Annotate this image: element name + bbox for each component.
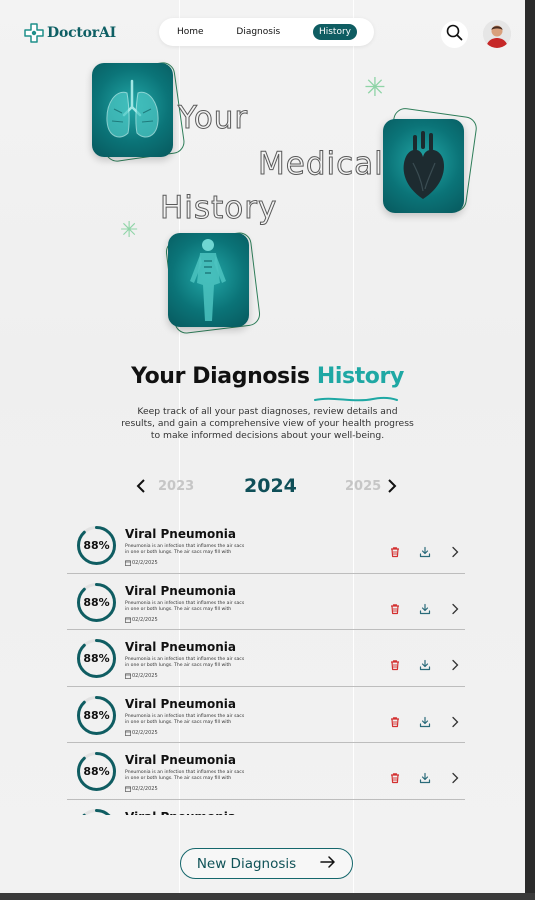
section-title-accent: History	[316, 364, 404, 389]
search-button[interactable]	[441, 21, 468, 48]
diagnosis-title: Viral Pneumonia	[125, 696, 237, 711]
confidence-percent: 88%	[75, 807, 118, 815]
avatar[interactable]	[483, 20, 511, 48]
diagnosis-description: Pneumonia is an infection that inflames …	[125, 657, 245, 669]
year-prev[interactable]: 2023	[158, 479, 194, 494]
diagnosis-title: Viral Pneumonia	[125, 753, 237, 768]
diagnosis-date: 02/2/2025	[125, 560, 158, 566]
delete-icon[interactable]	[389, 543, 401, 558]
confidence-percent: 88%	[83, 652, 110, 666]
sparkle-icon: ✳	[364, 73, 386, 103]
chevron-right-icon[interactable]	[449, 713, 461, 727]
year-next[interactable]: 2025	[345, 479, 381, 494]
diagnosis-title: Viral Pneumonia	[125, 810, 236, 815]
new-diagnosis-label: New Diagnosis	[196, 855, 297, 872]
diagnosis-description: Pneumonia is an infection that inflames …	[125, 544, 245, 555]
title-underline	[314, 396, 398, 402]
diagnosis-date-text: 02/2/2025	[132, 673, 158, 680]
diagnosis-description: Pneumonia is an infection that inflames …	[125, 770, 245, 782]
confidence-percent: 88%	[83, 539, 110, 552]
diagnosis-row[interactable]: 88% Viral Pneumonia Pneumonia is an infe…	[67, 743, 465, 800]
confidence-percent: 88%	[83, 708, 110, 722]
heart-image	[383, 119, 464, 213]
diagnosis-row[interactable]: 88% Viral Pneumonia Pneumonia is an infe…	[67, 574, 465, 631]
user-avatar	[483, 20, 511, 48]
diagnosis-date-text: 02/2/2025	[132, 560, 158, 566]
download-icon[interactable]	[419, 656, 431, 671]
nav-diagnosis[interactable]: Diagnosis	[236, 27, 280, 37]
nav-history[interactable]: History	[312, 24, 357, 40]
year-selector: 2023 2024 2025	[0, 474, 535, 500]
year-current: 2024	[244, 475, 297, 497]
diagnosis-date-text: 02/2/2025	[132, 729, 158, 736]
sparkle-icon: ✳	[120, 218, 139, 243]
calendar-icon	[125, 673, 131, 680]
diagnosis-date: 02/2/2025	[125, 673, 158, 679]
hero-word-your: Your	[177, 100, 249, 137]
section-title-main: Your Diagnosis	[131, 364, 310, 389]
page: DoctorAI Home Diagnosis History Your Med…	[0, 0, 535, 900]
diagnosis-title: Viral Pneumonia	[125, 640, 237, 655]
delete-icon[interactable]	[389, 600, 401, 614]
diagnosis-date-text: 02/2/2025	[132, 786, 158, 793]
download-icon[interactable]	[419, 769, 431, 784]
delete-icon[interactable]	[389, 656, 401, 671]
new-diagnosis-button[interactable]: New Diagnosis	[180, 848, 353, 879]
section-title: Your Diagnosis History	[0, 364, 535, 389]
window-edge	[0, 893, 535, 900]
chevron-right-icon[interactable]	[449, 600, 461, 614]
calendar-icon	[125, 730, 131, 736]
section-description: Keep track of all your past diagnoses, r…	[121, 406, 414, 441]
diagnosis-row[interactable]: 88% Viral Pneumonia Pneumonia is an infe…	[67, 687, 465, 744]
next-year-chevron-icon[interactable]	[387, 479, 397, 497]
download-icon[interactable]	[419, 713, 431, 727]
diagnosis-date: 02/2/2025	[125, 786, 158, 792]
diagnosis-date-text: 02/2/2025	[132, 616, 158, 623]
prev-year-chevron-icon[interactable]	[136, 479, 146, 497]
calendar-icon	[125, 560, 131, 566]
chevron-right-icon[interactable]	[449, 656, 461, 671]
delete-icon[interactable]	[389, 769, 401, 784]
diagnosis-date: 02/2/2025	[125, 730, 158, 736]
main-nav: Home Diagnosis History	[159, 18, 374, 46]
body-anatomy-image	[168, 233, 249, 327]
confidence-percent: 88%	[83, 765, 110, 779]
diagnosis-date: 02/2/2025	[125, 617, 158, 623]
logo-text: DoctorAI	[47, 25, 116, 41]
diagnosis-description: Pneumonia is an infection that inflames …	[125, 600, 245, 612]
diagnosis-title: Viral Pneumonia	[125, 583, 237, 598]
confidence-percent: 88%	[83, 595, 110, 609]
download-icon[interactable]	[419, 600, 431, 614]
hero-word-medical: Medical	[258, 146, 384, 183]
calendar-icon	[125, 617, 131, 623]
download-icon[interactable]	[419, 543, 431, 558]
diagnosis-title: Viral Pneumonia	[125, 527, 237, 541]
diagnosis-row[interactable]: 88% Viral Pneumonia Pneumonia is an infe…	[67, 630, 465, 687]
delete-icon[interactable]	[389, 713, 401, 727]
chevron-right-icon[interactable]	[449, 543, 461, 558]
search-icon	[446, 24, 463, 45]
calendar-icon	[125, 786, 131, 793]
lungs-image	[92, 63, 173, 157]
diagnosis-list: 88% Viral Pneumonia Pneumonia is an infe…	[67, 517, 465, 815]
nav-home[interactable]: Home	[177, 27, 204, 37]
medical-cross-icon	[24, 23, 44, 43]
diagnosis-row[interactable]: 88% Viral Pneumonia Pneumonia is an infe…	[67, 800, 465, 815]
hero-word-history: History	[159, 190, 278, 227]
arrow-right-icon	[320, 855, 336, 872]
logo[interactable]: DoctorAI	[24, 23, 116, 43]
diagnosis-row[interactable]: 88% Viral Pneumonia Pneumonia is an infe…	[67, 517, 465, 574]
diagnosis-description: Pneumonia is an infection that inflames …	[125, 713, 245, 725]
window-edge	[525, 0, 535, 900]
chevron-right-icon[interactable]	[449, 769, 461, 784]
